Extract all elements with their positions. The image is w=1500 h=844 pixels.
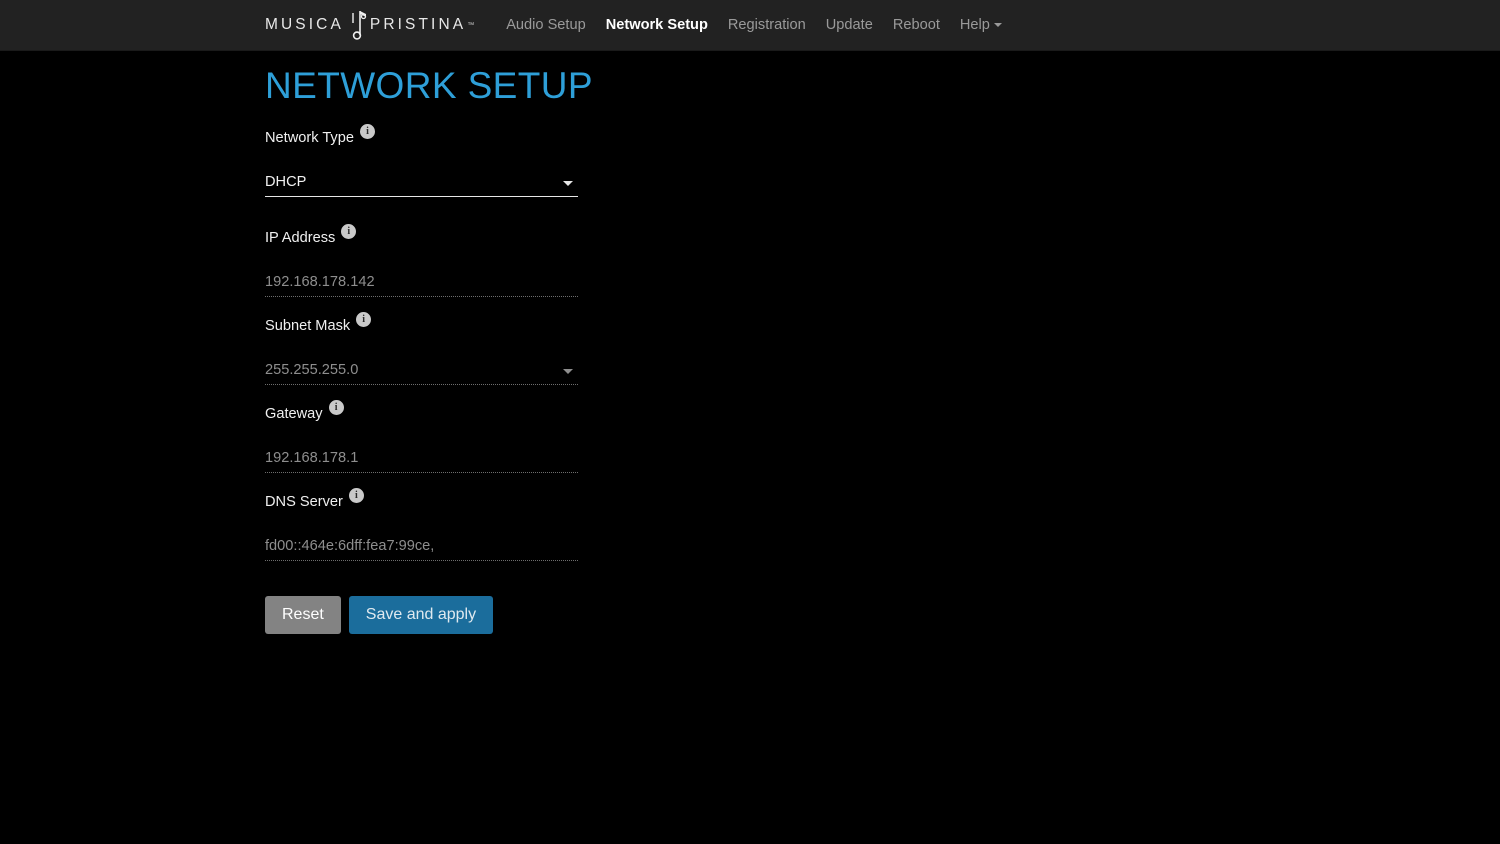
label-subnet-mask: Subnet Mask bbox=[265, 318, 351, 335]
nav-links: Audio Setup Network Setup Registration U… bbox=[496, 13, 1012, 37]
field-network-type: Network Type i DHCP bbox=[265, 124, 578, 198]
nav-link-audio-setup[interactable]: Audio Setup bbox=[496, 13, 596, 37]
chevron-down-icon bbox=[563, 181, 573, 187]
info-icon-network-type[interactable]: i bbox=[359, 124, 375, 140]
nav-link-help-label: Help bbox=[959, 17, 990, 33]
info-icon-ip-address[interactable]: i bbox=[341, 224, 357, 240]
label-dns-server: DNS Server bbox=[265, 494, 343, 511]
nav-link-network-setup[interactable]: Network Setup bbox=[596, 13, 718, 37]
save-and-apply-button[interactable]: Save and apply bbox=[348, 596, 494, 634]
select-subnet-mask: 255.255.255.0 bbox=[265, 355, 578, 386]
field-ip-address: IP Address i 192.168.178.142 bbox=[265, 224, 578, 298]
nav-link-reboot[interactable]: Reboot bbox=[883, 13, 950, 37]
nav-link-help[interactable]: Help bbox=[950, 13, 1012, 37]
field-label-row-ip-address: IP Address i bbox=[265, 224, 578, 247]
input-ip-address: 192.168.178.142 bbox=[265, 267, 578, 298]
nav-link-registration[interactable]: Registration bbox=[718, 13, 816, 37]
brand-logo[interactable]: MUSICA PRISTINA ™ bbox=[265, 7, 474, 43]
select-network-type-value: DHCP bbox=[265, 174, 307, 191]
info-icon-subnet-mask[interactable]: i bbox=[356, 312, 372, 328]
brand-word-left: MUSICA bbox=[265, 16, 344, 33]
reset-button[interactable]: Reset bbox=[265, 596, 341, 634]
chevron-down-icon bbox=[993, 23, 1002, 28]
field-gateway: Gateway i 192.168.178.1 bbox=[265, 400, 578, 474]
chevron-down-icon bbox=[563, 369, 573, 375]
top-navbar: MUSICA PRISTINA ™ Audio Setup Network Se… bbox=[0, 0, 1500, 51]
form-actions: Reset Save and apply bbox=[265, 596, 1500, 634]
info-icon-dns-server[interactable]: i bbox=[348, 488, 364, 504]
input-gateway-value: 192.168.178.1 bbox=[265, 450, 359, 467]
page-content: NETWORK SETUP Network Type i DHCP IP Add… bbox=[0, 51, 1500, 634]
field-label-row-network-type: Network Type i bbox=[265, 124, 578, 147]
field-label-row-gateway: Gateway i bbox=[265, 400, 578, 423]
nav-link-update[interactable]: Update bbox=[816, 13, 883, 37]
input-dns-server: fd00::464e:6dff:fea7:99ce, bbox=[265, 531, 578, 562]
select-network-type[interactable]: DHCP bbox=[265, 167, 578, 198]
info-icon-gateway[interactable]: i bbox=[328, 400, 344, 416]
brand-trademark: ™ bbox=[467, 21, 475, 29]
field-subnet-mask: Subnet Mask i 255.255.255.0 bbox=[265, 312, 578, 386]
input-ip-address-value: 192.168.178.142 bbox=[265, 274, 375, 291]
label-ip-address: IP Address bbox=[265, 230, 336, 247]
select-subnet-mask-value: 255.255.255.0 bbox=[265, 362, 359, 379]
field-label-row-dns-server: DNS Server i bbox=[265, 488, 578, 511]
field-dns-server: DNS Server i fd00::464e:6dff:fea7:99ce, bbox=[265, 488, 578, 562]
page-title: NETWORK SETUP bbox=[265, 65, 593, 106]
music-note-icon bbox=[347, 7, 369, 43]
label-gateway: Gateway bbox=[265, 406, 323, 423]
input-gateway: 192.168.178.1 bbox=[265, 443, 578, 474]
field-label-row-subnet-mask: Subnet Mask i bbox=[265, 312, 578, 335]
label-network-type: Network Type bbox=[265, 130, 354, 147]
brand-word-right: PRISTINA bbox=[369, 16, 467, 33]
input-dns-server-value: fd00::464e:6dff:fea7:99ce, bbox=[265, 538, 435, 555]
